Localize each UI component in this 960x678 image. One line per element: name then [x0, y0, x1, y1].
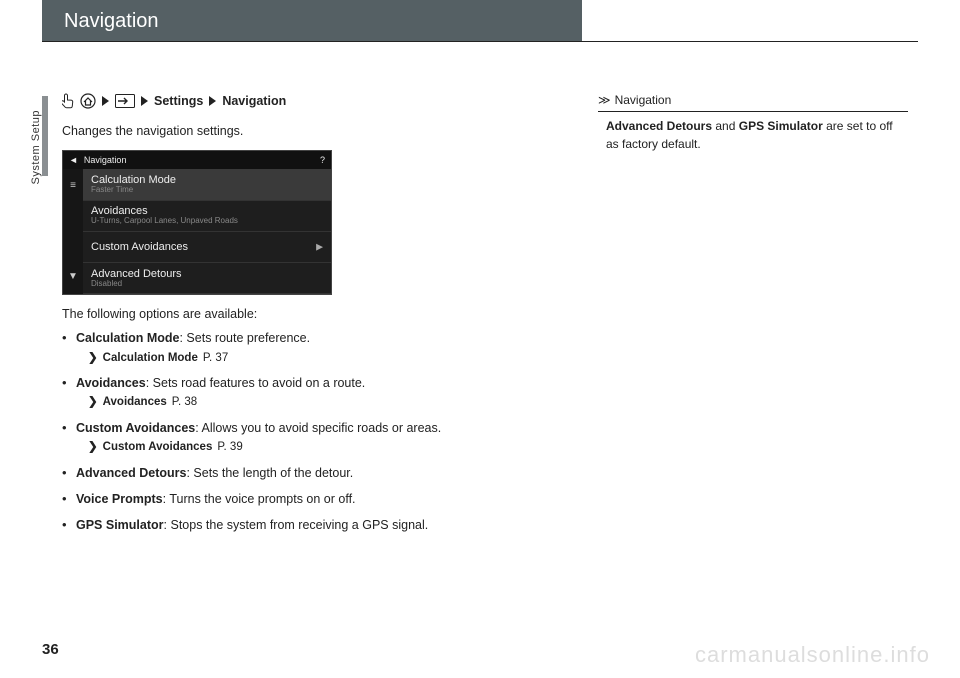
xref-page: P. 39: [217, 439, 242, 456]
main-column: Settings Navigation Changes the navigati…: [62, 92, 582, 542]
right-bold1: Advanced Detours: [606, 119, 712, 133]
options-list: Calculation Mode: Sets route preference.…: [62, 329, 582, 534]
watermark: carmanualsonline.info: [695, 642, 930, 668]
select-icon: [62, 93, 74, 109]
options-intro: The following options are available:: [62, 305, 582, 323]
page-header: Navigation: [42, 0, 582, 42]
page-number: 36: [42, 641, 59, 658]
row-subtitle: Disabled: [91, 280, 323, 289]
side-marker: [42, 96, 48, 176]
option-item: Custom Avoidances: Allows you to avoid s…: [62, 419, 582, 456]
screenshot-title: Navigation: [84, 154, 127, 167]
chevron-right-icon: [102, 96, 109, 106]
xref-page: P. 38: [172, 394, 197, 411]
option-name: Calculation Mode: [76, 331, 179, 345]
side-section-label: System Setup: [30, 110, 42, 184]
row-subtitle: Faster Time: [91, 186, 323, 195]
screenshot-row: Calculation Mode Faster Time: [83, 169, 331, 200]
right-body: Advanced Detours and GPS Simulator are s…: [598, 118, 908, 153]
breadcrumb: Settings Navigation: [62, 92, 582, 110]
menu-icon: ≡: [70, 179, 76, 194]
xref: ❯ Calculation Mode P. 37: [76, 350, 582, 367]
right-bold2: GPS Simulator: [739, 119, 823, 133]
right-title-row: ≫ Navigation: [598, 92, 908, 112]
screenshot-row: Custom Avoidances ▶: [83, 232, 331, 263]
xref-label: Calculation Mode: [103, 350, 198, 367]
row-title: Custom Avoidances: [91, 241, 323, 253]
right-title: Navigation: [615, 92, 672, 109]
screenshot-scrollbar: ≡ ▼: [63, 169, 83, 294]
xref: ❯ Avoidances P. 38: [76, 394, 582, 411]
option-desc: : Sets the length of the detour.: [186, 466, 353, 480]
screenshot-row: Avoidances U-Turns, Carpool Lanes, Unpav…: [83, 201, 331, 232]
arrow-down-icon: ▼: [68, 270, 78, 285]
device-screenshot: ◄ Navigation ? ≡ ▼ Calculation Mode Fast…: [62, 150, 332, 295]
breadcrumb-navigation: Navigation: [222, 92, 286, 110]
right-column: ≫ Navigation Advanced Detours and GPS Si…: [598, 92, 908, 153]
xref-icon: ❯: [88, 439, 98, 456]
page-title: Navigation: [64, 10, 159, 33]
input-icon: [115, 94, 135, 108]
chevron-right-icon: ▶: [316, 240, 323, 253]
option-desc: : Allows you to avoid specific roads or …: [195, 421, 441, 435]
xref-label: Avoidances: [103, 394, 167, 411]
help-icon: ?: [320, 154, 325, 167]
back-icon: ◄: [69, 154, 78, 167]
header-rule: [42, 41, 918, 42]
option-name: Custom Avoidances: [76, 421, 195, 435]
note-icon: ≫: [598, 92, 611, 109]
xref-icon: ❯: [88, 394, 98, 411]
row-subtitle: U-Turns, Carpool Lanes, Unpaved Roads: [91, 217, 323, 226]
screenshot-body: Calculation Mode Faster Time Avoidances …: [83, 169, 331, 294]
option-desc: : Sets road features to avoid on a route…: [146, 376, 366, 390]
home-icon: [80, 93, 96, 109]
screenshot-row: Advanced Detours Disabled: [83, 263, 331, 294]
option-desc: : Sets route preference.: [179, 331, 310, 345]
xref-page: P. 37: [203, 350, 228, 367]
option-item: Avoidances: Sets road features to avoid …: [62, 374, 582, 411]
chevron-right-icon: [209, 96, 216, 106]
row-title: Advanced Detours: [91, 268, 323, 280]
option-item: Advanced Detours: Sets the length of the…: [62, 464, 582, 482]
option-name: Voice Prompts: [76, 492, 163, 506]
breadcrumb-settings: Settings: [154, 92, 203, 110]
option-desc: : Stops the system from receiving a GPS …: [164, 518, 429, 532]
screenshot-titlebar: ◄ Navigation ?: [63, 151, 331, 169]
option-name: Avoidances: [76, 376, 146, 390]
xref-icon: ❯: [88, 350, 98, 367]
option-item: Calculation Mode: Sets route preference.…: [62, 329, 582, 366]
xref: ❯ Custom Avoidances P. 39: [76, 439, 582, 456]
xref-label: Custom Avoidances: [103, 439, 213, 456]
option-item: GPS Simulator: Stops the system from rec…: [62, 516, 582, 534]
option-name: GPS Simulator: [76, 518, 164, 532]
right-mid: and: [712, 119, 739, 133]
intro-text: Changes the navigation settings.: [62, 122, 582, 140]
chevron-right-icon: [141, 96, 148, 106]
option-desc: : Turns the voice prompts on or off.: [163, 492, 356, 506]
option-name: Advanced Detours: [76, 466, 186, 480]
option-item: Voice Prompts: Turns the voice prompts o…: [62, 490, 582, 508]
